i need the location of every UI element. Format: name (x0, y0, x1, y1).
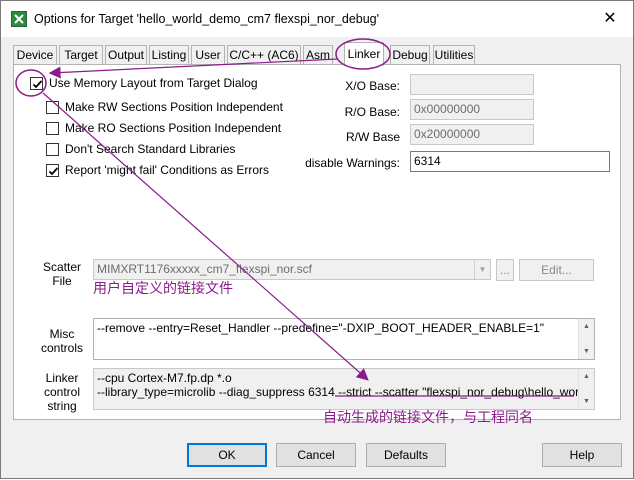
ro-base-field[interactable]: 0x00000000 (410, 99, 534, 120)
linker-control-line: --cpu Cortex-M7.fp.dp *.o (97, 371, 232, 385)
window-title: Options for Target 'hello_world_demo_cm7… (34, 12, 380, 26)
scroll-down-icon[interactable]: ▼ (579, 394, 594, 409)
tab-strip: Device Target Output Listing User C/C++ … (13, 42, 613, 66)
close-icon[interactable]: ✕ (593, 5, 627, 33)
tab-listing[interactable]: Listing (149, 45, 189, 65)
option-label: Don't Search Standard Libraries (65, 142, 236, 156)
title-bar: Options for Target 'hello_world_demo_cm7… (1, 1, 633, 37)
checkbox-unchecked[interactable] (46, 122, 59, 135)
help-button[interactable]: Help (542, 443, 622, 467)
option-label: Use Memory Layout from Target Dialog (49, 76, 258, 90)
xo-base-label: X/O Base: (345, 79, 400, 93)
tab-output[interactable]: Output (105, 45, 147, 65)
option-label: Make RO Sections Position Independent (65, 121, 282, 135)
linker-scrollbar[interactable]: ▲ ▼ (578, 369, 594, 409)
tab-utilities[interactable]: Utilities (433, 45, 475, 65)
tab-target[interactable]: Target (59, 45, 103, 65)
label-line: Linker (45, 371, 79, 385)
misc-controls-input[interactable]: --remove --entry=Reset_Handler --predefi… (93, 318, 595, 360)
tab-linker[interactable]: Linker (344, 42, 384, 66)
scroll-up-icon[interactable]: ▲ (579, 319, 594, 334)
annotation-generated-scatter-file: 自动生成的链接文件，与工程同名 (323, 410, 533, 426)
misc-controls-text: --remove --entry=Reset_Handler --predefi… (97, 321, 545, 335)
label-line: File (52, 274, 72, 288)
rw-base-label: R/W Base (345, 130, 400, 144)
checkbox-unchecked[interactable] (46, 101, 59, 114)
label-line: controls (40, 341, 84, 355)
tab-device[interactable]: Device (13, 45, 57, 65)
label-line: Scatter (42, 260, 81, 274)
option-label: Report 'might fail' Conditions as Errors (65, 163, 269, 177)
scroll-up-icon[interactable]: ▲ (579, 369, 594, 384)
chevron-down-icon[interactable]: ▼ (474, 260, 490, 279)
rw-base-field[interactable]: 0x20000000 (410, 124, 534, 145)
tab-cpp-ac6[interactable]: C/C++ (AC6) (227, 45, 301, 65)
scatter-file-combo[interactable]: MIMXRT1176xxxxx_cm7_flexspi_nor.scf ▼ (93, 259, 491, 280)
scatter-file-value: MIMXRT1176xxxxx_cm7_flexspi_nor.scf (97, 262, 312, 276)
scatter-browse-button[interactable]: ... (496, 259, 514, 281)
tab-user[interactable]: User (191, 45, 225, 65)
disable-warnings-input[interactable]: 6314 (410, 151, 610, 172)
linker-control-label: Linker control string (38, 371, 86, 413)
option-label: Make RW Sections Position Independent (65, 100, 283, 114)
scroll-down-icon[interactable]: ▼ (579, 344, 594, 359)
checkbox-checked[interactable] (46, 164, 59, 177)
tab-debug[interactable]: Debug (390, 45, 430, 65)
ro-base-label: R/O Base: (344, 105, 400, 119)
defaults-button[interactable]: Defaults (366, 443, 446, 467)
misc-scrollbar[interactable]: ▲ ▼ (578, 319, 594, 359)
ok-button[interactable]: OK (187, 443, 267, 467)
label-line: control (43, 385, 81, 399)
disable-warnings-label: disable Warnings: (305, 156, 400, 170)
linker-control-line: --library_type=microlib --diag_suppress … (97, 385, 595, 399)
xo-base-field[interactable] (410, 74, 534, 95)
scatter-edit-button[interactable]: Edit... (519, 259, 594, 281)
label-line: string (47, 399, 77, 413)
annotation-user-scatter-file: 用户自定义的链接文件 (93, 281, 233, 297)
scatter-file-label: Scatter File (38, 260, 86, 288)
tab-asm[interactable]: Asm (303, 45, 333, 65)
cancel-button[interactable]: Cancel (276, 443, 356, 467)
label-line: Misc (49, 327, 75, 341)
linker-panel: Use Memory Layout from Target Dialog Mak… (13, 64, 621, 420)
keil-app-icon (11, 11, 27, 27)
linker-control-string[interactable]: --cpu Cortex-M7.fp.dp *.o --library_type… (93, 368, 595, 410)
checkbox-checked[interactable] (30, 77, 43, 90)
misc-controls-label: Misc controls (38, 327, 86, 355)
options-dialog: Options for Target 'hello_world_demo_cm7… (0, 0, 634, 479)
checkbox-unchecked[interactable] (46, 143, 59, 156)
